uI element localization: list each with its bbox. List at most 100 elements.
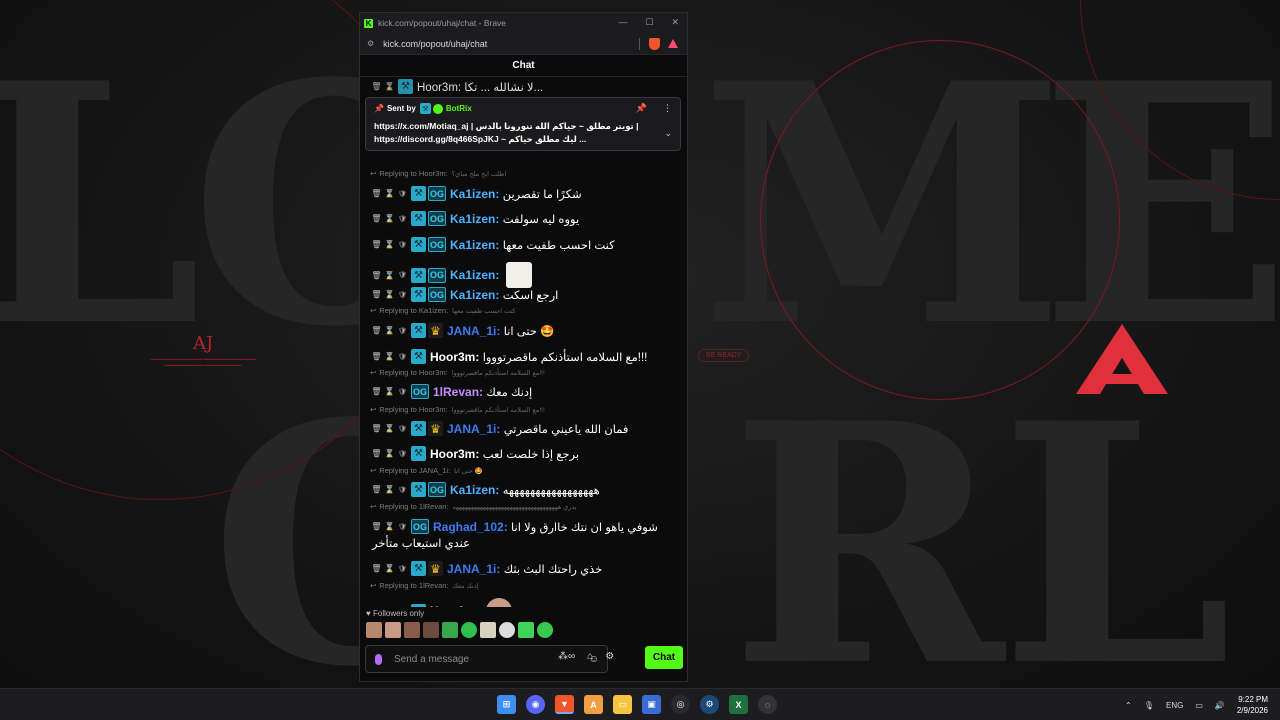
shield-icon[interactable]: 🛡 bbox=[396, 291, 409, 299]
reply-context[interactable]: ↩ Replying to 1lRevan: يدري هههههههههههههه… bbox=[370, 502, 673, 511]
reply-context[interactable]: ↩ Replying to JANA_1i: حتى انا 🤩 bbox=[370, 466, 673, 475]
shield-icon[interactable]: 🛡 bbox=[396, 241, 409, 249]
trash-icon[interactable]: 🗑 bbox=[370, 522, 383, 531]
steam-icon[interactable]: ⚙ bbox=[700, 695, 719, 714]
trash-icon[interactable]: 🗑 bbox=[370, 82, 383, 91]
timeout-icon[interactable]: ⌛ bbox=[383, 240, 396, 249]
brave-icon[interactable]: ▼ bbox=[555, 695, 574, 714]
timeout-icon[interactable]: ⌛ bbox=[383, 352, 396, 361]
timeout-icon[interactable]: ⌛ bbox=[383, 607, 396, 608]
emote-icon[interactable] bbox=[366, 622, 382, 638]
face-emote-icon[interactable] bbox=[485, 598, 512, 607]
emote-icon[interactable] bbox=[423, 622, 439, 638]
clock[interactable]: 9:22 PM 2/9/2026 bbox=[1237, 694, 1268, 716]
language-indicator[interactable]: ENG bbox=[1166, 701, 1183, 710]
brave-shields-icon[interactable] bbox=[649, 38, 660, 50]
username[interactable]: Hoor3m bbox=[430, 447, 475, 461]
shield-icon[interactable]: 🛡 bbox=[396, 271, 409, 279]
trash-icon[interactable]: 🗑 bbox=[370, 387, 383, 396]
volume-icon[interactable]: 🔊 bbox=[1215, 701, 1225, 710]
chat-message[interactable]: 🗑 ⌛ 🛡 ⚒ OG Ka1izen: ارجع اسكت bbox=[370, 287, 673, 302]
chat-message[interactable]: 🗑 ⌛ 🛡 ⚒ ♛ JANA_1i: حتى انا 🤩 bbox=[370, 323, 673, 338]
shield-icon[interactable]: 🛡 bbox=[396, 190, 409, 198]
trash-icon[interactable]: 🗑 bbox=[370, 424, 383, 433]
chat-message[interactable]: 🗑 ⌛ 🛡 OG Raghad_102: شوفي ياهو ان نتك خاارق … bbox=[370, 519, 673, 534]
trash-icon[interactable]: 🗑 bbox=[370, 449, 383, 458]
username[interactable]: Hoor3m bbox=[430, 604, 475, 607]
emote-icon[interactable] bbox=[537, 622, 553, 638]
site-settings-icon[interactable]: ⚙ bbox=[367, 39, 374, 48]
chat-message[interactable]: 🗑 ⌛ 🛡 ⚒ Hoor3m: برجع إذا خلصت لعب bbox=[370, 446, 673, 461]
minimize-icon[interactable]: — bbox=[618, 17, 627, 28]
timeout-icon[interactable]: ⌛ bbox=[383, 82, 396, 91]
timeout-icon[interactable]: ⌛ bbox=[383, 387, 396, 396]
trash-icon[interactable]: 🗑 bbox=[370, 240, 383, 249]
reply-context[interactable]: ↩ Replying to Hoor3m: مع السلامه استأذنكم … bbox=[370, 405, 673, 414]
timeout-icon[interactable]: ⌛ bbox=[383, 189, 396, 198]
chat-message[interactable]: 🗑⌛🛡⚒Hoor3m: bbox=[370, 598, 673, 607]
meme-emote-icon[interactable] bbox=[505, 262, 532, 288]
shield-icon[interactable]: 🛡 bbox=[396, 450, 409, 458]
username[interactable]: 1lRevan bbox=[433, 385, 479, 399]
windows-start-icon[interactable]: ⊞ bbox=[497, 695, 516, 714]
emote-icon[interactable] bbox=[404, 622, 420, 638]
maximize-icon[interactable]: ☐ bbox=[645, 17, 653, 28]
trash-icon[interactable]: 🗑 bbox=[370, 485, 383, 494]
chat-message[interactable]: 🗑 ⌛ 🛡 ⚒ ♛ JANA_1i: فمان الله ياعيني ماقصرتي bbox=[370, 421, 673, 436]
shield-icon[interactable]: 🛡 bbox=[396, 388, 409, 396]
pinned-line-2[interactable]: https://discord.gg/8q466SpJKJ ~ ليك مطلق… bbox=[374, 133, 654, 146]
shield-icon[interactable]: 🛡 bbox=[396, 486, 409, 494]
username[interactable]: JANA_1i bbox=[447, 324, 496, 338]
microphone-icon[interactable] bbox=[375, 653, 382, 665]
settings-icon[interactable]: ⚙ bbox=[605, 651, 614, 662]
timeout-icon[interactable]: ⌛ bbox=[383, 424, 396, 433]
pinned-sender[interactable]: BotRix bbox=[446, 104, 472, 113]
trash-icon[interactable]: 🗑 bbox=[370, 564, 383, 573]
url-field[interactable]: kick.com/popout/uhaj/chat bbox=[383, 39, 487, 49]
shield-icon[interactable]: 🛡 bbox=[396, 425, 409, 433]
emote-icon[interactable] bbox=[385, 622, 401, 638]
trash-icon[interactable]: 🗑 bbox=[370, 607, 383, 608]
timeout-icon[interactable]: ⌛ bbox=[383, 214, 396, 223]
username[interactable]: Ka1izen bbox=[450, 268, 495, 282]
emote-icon[interactable] bbox=[461, 622, 477, 638]
chat-messages[interactable]: 🗑 ⌛ ⚒ Hoor3m: لا نشالله ... تكا... ↩ Repl… bbox=[360, 79, 687, 607]
reply-context[interactable]: ↩ Replying to 1lRevan: إدنك معك bbox=[370, 581, 673, 590]
timeout-icon[interactable]: ⌛ bbox=[383, 290, 396, 299]
chat-message[interactable]: 🗑 ⌛ 🛡 ⚒ Hoor3m: مع السلامه استأذنكم ماقصرتوو… bbox=[370, 349, 673, 364]
chevron-down-icon[interactable]: ⌄ bbox=[664, 128, 672, 139]
app-icon[interactable]: ◌ bbox=[758, 695, 777, 714]
username[interactable]: JANA_1i bbox=[447, 422, 496, 436]
username[interactable]: Ka1izen bbox=[450, 212, 495, 226]
timeout-icon[interactable]: ⌛ bbox=[383, 271, 396, 280]
xbox-icon[interactable]: X bbox=[729, 695, 748, 714]
shield-icon[interactable]: 🛡 bbox=[396, 327, 409, 335]
username[interactable]: Ka1izen bbox=[450, 288, 495, 302]
reply-context[interactable]: ↩ Replying to Ka1izen: كنت احسب طفيت معها bbox=[370, 306, 673, 315]
microphone-icon[interactable]: 🎙 bbox=[1144, 701, 1154, 710]
points-icon[interactable]: ⁂∞ bbox=[558, 651, 575, 662]
trash-icon[interactable]: 🗑 bbox=[370, 271, 383, 280]
obs-icon[interactable]: ◎ bbox=[671, 695, 690, 714]
app-icon[interactable]: A bbox=[584, 695, 603, 714]
emote-icon[interactable] bbox=[499, 622, 515, 638]
username[interactable]: Ka1izen bbox=[450, 238, 495, 252]
shield-icon[interactable]: 🛡 bbox=[396, 215, 409, 223]
pinned-line-1[interactable]: https://x.com/Motiaq_aj | تويتر مطلق ~ ح… bbox=[374, 120, 654, 133]
username[interactable]: Ka1izen bbox=[450, 483, 495, 497]
close-icon[interactable]: ✕ bbox=[671, 17, 679, 28]
chat-message[interactable]: 🗑 ⌛ 🛡 ⚒ OG Ka1izen: شكرًا ما تقصرين bbox=[370, 186, 673, 201]
trash-icon[interactable]: 🗑 bbox=[370, 214, 383, 223]
username[interactable]: JANA_1i bbox=[447, 562, 496, 576]
chat-send-button[interactable]: Chat bbox=[645, 646, 683, 669]
emote-icon[interactable] bbox=[518, 622, 534, 638]
timeout-icon[interactable]: ⌛ bbox=[383, 485, 396, 494]
unpin-icon[interactable]: 📌 bbox=[636, 103, 647, 114]
trash-icon[interactable]: 🗑 bbox=[370, 352, 383, 361]
username[interactable]: Raghad_102 bbox=[433, 520, 504, 534]
chat-message[interactable]: 🗑 ⌛ 🛡 ⚒ ♛ JANA_1i: خذي راحتك البث بثك bbox=[370, 561, 673, 576]
store-icon[interactable]: ⌂ bbox=[587, 651, 593, 662]
reply-context[interactable]: ↩ Replying to Hoor3m: اطلب ابح ملح مباي؟ bbox=[370, 169, 673, 178]
discord-icon[interactable]: ◉ bbox=[526, 695, 545, 714]
chat-message[interactable]: 🗑 ⌛ 🛡 ⚒ OG Ka1izen: كنت احسب طفيت معها bbox=[370, 237, 673, 252]
